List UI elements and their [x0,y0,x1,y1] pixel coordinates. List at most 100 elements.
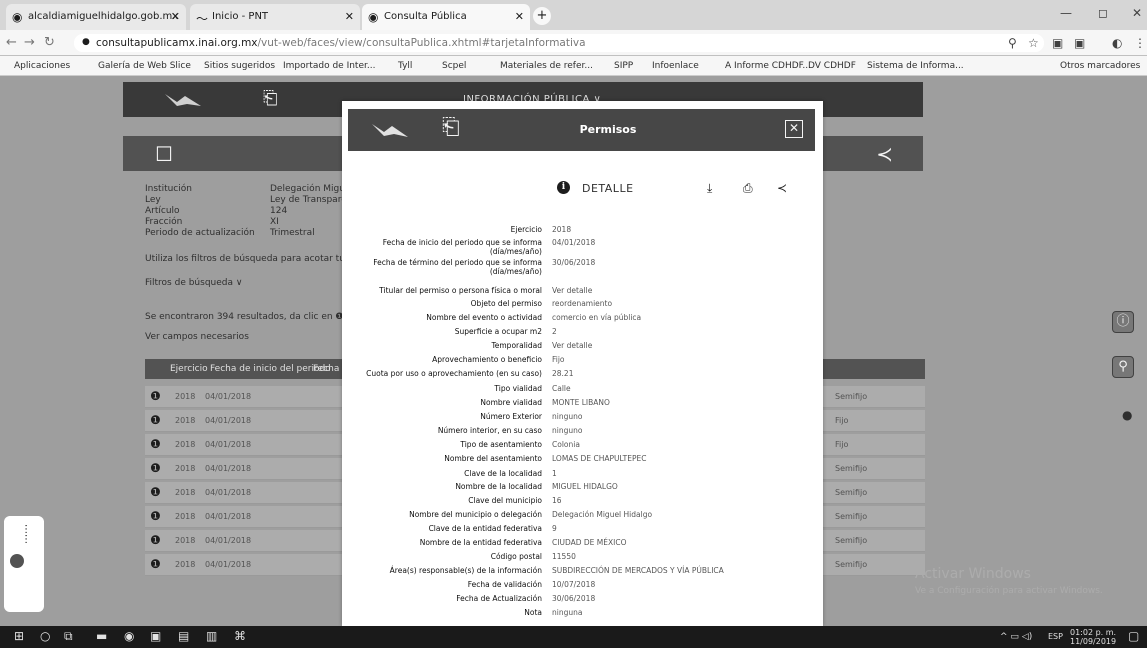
side-panel-handle[interactable]: ⋯⋯ [4,516,44,612]
search-icon[interactable]: ○ [40,629,50,643]
detail-value: Fijo [552,355,565,364]
detail-key: Fecha de inicio del periodo que se infor… [382,238,542,256]
row-info-icon[interactable]: ❶ [150,557,161,571]
close-tab-icon[interactable]: ✕ [171,10,180,23]
bookmark-item[interactable]: SIPP [614,61,633,71]
detail-key: Objeto del permiso [470,299,542,308]
app-icon[interactable]: ▣ [150,629,161,643]
close-tab-icon[interactable]: ✕ [345,10,354,23]
row-info-icon[interactable]: ❶ [150,509,161,523]
table-cell: 04/01/2018 [205,488,252,497]
detail-key: Fecha de Actualización [456,594,542,603]
column-header[interactable]: Ejercicio [170,364,208,374]
table-cell: Fijo [835,440,849,449]
filters-toggle[interactable]: Filtros de búsqueda ∨ [145,278,242,288]
share-icon[interactable]: ≺ [777,181,787,195]
windows-taskbar: ⊞ ○ ⧉ ▬ ◉ ▣ ▤ ▥ ⌘ ^ ▭ ◁) ESP 01:02 p. m.… [0,626,1147,648]
download-icon[interactable]: ⤓ [707,181,712,196]
star-icon[interactable]: ☆ [1028,36,1039,50]
bookmark-item[interactable]: Aplicaciones [14,61,70,71]
detail-key: Clave del municipio [468,496,542,505]
detail-key: Tipo vialidad [494,384,542,393]
bookmark-item[interactable]: Tyll [398,61,412,71]
excel-icon[interactable]: ▤ [178,629,189,643]
tray-icons[interactable]: ^ ▭ ◁) [1000,632,1032,642]
table-cell: Semifijo [835,536,868,545]
print-icon[interactable]: ⎙ [743,181,753,196]
browser-tab[interactable]: 〜 Inicio - PNT ✕ [190,4,360,30]
extension-icon[interactable]: ▣ [1052,36,1063,50]
new-tab-button[interactable]: + [533,7,551,25]
bookmark-item[interactable]: Sitios sugeridos [204,61,275,71]
menu-icon[interactable]: ⋮ [1134,36,1146,50]
folder-icon[interactable]: ⎗ [263,88,277,109]
bookmark-item[interactable]: Infoenlace [652,61,699,71]
detail-value: MONTE LIBANO [552,398,610,407]
info-side-button[interactable]: ⓘ [1112,311,1134,333]
detail-value: reordenamiento [552,299,613,308]
more-fields-link[interactable]: Ver campos necesarios [145,332,249,342]
row-info-icon[interactable]: ❶ [150,485,161,499]
info-value: 124 [270,206,288,216]
bookmark-item[interactable]: Sistema de Informa... [867,61,964,71]
help-icon[interactable]: ● [1122,408,1132,422]
table-cell: 2018 [175,512,196,521]
notifications-icon[interactable]: ▢ [1128,629,1139,643]
url-input[interactable]: ● consultapublicamx.inai.org.mx/vut-web/… [74,34,1044,52]
info-label: Periodo de actualización [145,228,255,238]
extension-icon[interactable]: ▣ [1074,36,1085,50]
table-cell: 04/01/2018 [205,536,252,545]
row-info-icon[interactable]: ❶ [150,437,161,451]
detail-value: 10/07/2018 [552,580,596,589]
bookmark-item[interactable]: Otros marcadores [1060,61,1140,71]
bookmark-item[interactable]: Scpel [442,61,466,71]
detail-key: Número interior, en su caso [437,426,542,435]
search-side-button[interactable]: ⚲ [1112,356,1134,378]
info-value: XI [270,217,279,227]
table-cell: Semifijo [835,512,868,521]
browser-tab-active[interactable]: ◉ Consulta Pública ✕ [362,4,530,30]
close-modal-button[interactable]: ✕ [785,120,803,138]
row-info-icon[interactable]: ❶ [150,413,161,427]
info-label: Fracción [145,217,183,227]
detail-header: i DETALLE ⤓ ⎙ ≺ [557,179,797,199]
profile-icon[interactable]: ◐ [1112,36,1122,50]
chrome-icon[interactable]: ◉ [124,629,134,643]
modal-header: ⎗ Permisos ✕ [348,109,815,151]
detail-value: Ver detalle [552,286,593,295]
row-info-icon[interactable]: ❶ [150,533,161,547]
bookmark-item[interactable]: Importado de Inter... [283,61,375,71]
word-icon[interactable]: ▥ [206,629,217,643]
tab-title: Inicio - PNT [212,11,269,22]
forward-icon[interactable]: → [24,35,35,50]
bookmark-item[interactable]: DV CDHDF [808,61,856,71]
task-view-icon[interactable]: ⧉ [64,629,73,644]
detail-key: Aprovechamiento o beneficio [432,355,542,364]
maximize-icon[interactable]: ◻ [1098,6,1108,20]
reload-icon[interactable]: ↻ [44,35,55,50]
bookmark-item[interactable]: Galería de Web Slice [98,61,191,71]
minimize-icon[interactable]: — [1060,6,1072,20]
language-indicator[interactable]: ESP [1048,632,1063,641]
explorer-icon[interactable]: ▬ [96,629,107,643]
bookmark-item[interactable]: Materiales de refer... [500,61,593,71]
close-window-icon[interactable]: ✕ [1132,6,1142,20]
bookmark-item[interactable]: A Informe CDHDF... [725,61,811,71]
info-icon: i [557,181,570,194]
table-cell: 04/01/2018 [205,440,252,449]
close-tab-icon[interactable]: ✕ [515,10,524,23]
search-icon[interactable]: ⚲ [1008,36,1017,50]
detail-key: Código postal [490,552,542,561]
share-icon[interactable]: ≺ [876,142,893,166]
row-info-icon[interactable]: ❶ [150,389,161,403]
windows-start-icon[interactable]: ⊞ [14,629,24,643]
pdf-icon[interactable]: ⌘ [234,629,246,643]
browser-tab[interactable]: ◉ alcaldiamiguelhidalgo.gob.mx ✕ [6,4,186,30]
row-info-icon[interactable]: ❶ [150,461,161,475]
clock[interactable]: 01:02 p. m. 11/09/2019 [1070,628,1116,646]
detail-key: Tipo de asentamiento [460,440,542,449]
detail-value: LOMAS DE CHAPULTEPEC [552,454,647,463]
table-cell: 04/01/2018 [205,512,252,521]
back-icon[interactable]: ← [6,35,17,50]
table-cell: 2018 [175,536,196,545]
